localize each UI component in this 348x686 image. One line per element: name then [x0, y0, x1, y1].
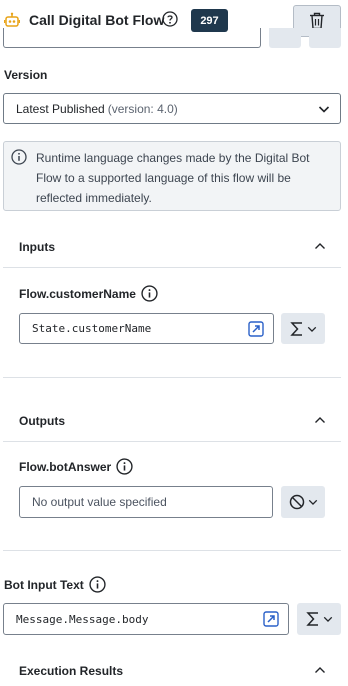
- output-field-label: Flow.botAnswer: [19, 460, 112, 474]
- info-icon[interactable]: [116, 458, 133, 475]
- bot-icon: [4, 12, 20, 28]
- chevron-up-icon[interactable]: [314, 415, 326, 425]
- inputs-title: Inputs: [19, 240, 55, 254]
- info-text: Runtime language changes made by the Dig…: [36, 151, 310, 205]
- open-flow-button[interactable]: [269, 28, 301, 48]
- input-value-text: State.customerName: [32, 322, 152, 335]
- divider: [3, 377, 341, 378]
- chevron-up-icon[interactable]: [314, 665, 326, 675]
- expression-menu-button[interactable]: [297, 603, 341, 635]
- output-mode-button[interactable]: [281, 486, 325, 518]
- execution-results-title: Execution Results: [19, 664, 124, 678]
- output-value-field[interactable]: No output value specified: [19, 486, 273, 518]
- input-value-field[interactable]: State.customerName: [19, 313, 274, 344]
- version-label: Version: [4, 68, 48, 82]
- chevron-up-icon[interactable]: [314, 241, 326, 251]
- expression-button[interactable]: [309, 28, 341, 48]
- divider: [3, 267, 341, 268]
- no-value-icon: [289, 494, 305, 510]
- chevron-down-icon: [308, 497, 318, 507]
- sigma-icon: [289, 321, 304, 337]
- bot-input-label: Bot Input Text: [4, 578, 84, 592]
- chevron-down-icon: [307, 324, 317, 334]
- bot-input-value: Message.Message.body: [16, 612, 149, 626]
- version-select[interactable]: Latest Published (version: 4.0): [3, 93, 341, 124]
- help-icon[interactable]: [162, 11, 178, 27]
- chevron-down-icon: [323, 614, 333, 624]
- input-field-label: Flow.customerName: [19, 287, 136, 301]
- page-title: Call Digital Bot Flow: [29, 12, 165, 28]
- expression-menu-button[interactable]: [281, 313, 325, 344]
- divider: [3, 441, 341, 442]
- sigma-icon: [305, 611, 320, 627]
- info-icon[interactable]: [141, 285, 158, 302]
- info-icon: [11, 149, 27, 165]
- info-icon[interactable]: [89, 576, 106, 593]
- output-placeholder: No output value specified: [32, 495, 167, 509]
- open-link-icon[interactable]: [248, 321, 264, 337]
- chevron-down-icon: [318, 103, 330, 115]
- version-selected-detail: (version: 4.0): [107, 101, 178, 116]
- outputs-title: Outputs: [19, 414, 65, 428]
- version-selected-main: Latest Published: [16, 101, 105, 116]
- bot-input-field[interactable]: Message.Message.body: [3, 603, 289, 635]
- open-link-icon[interactable]: [263, 611, 279, 627]
- divider: [3, 550, 341, 551]
- flow-select-input[interactable]: [3, 28, 261, 48]
